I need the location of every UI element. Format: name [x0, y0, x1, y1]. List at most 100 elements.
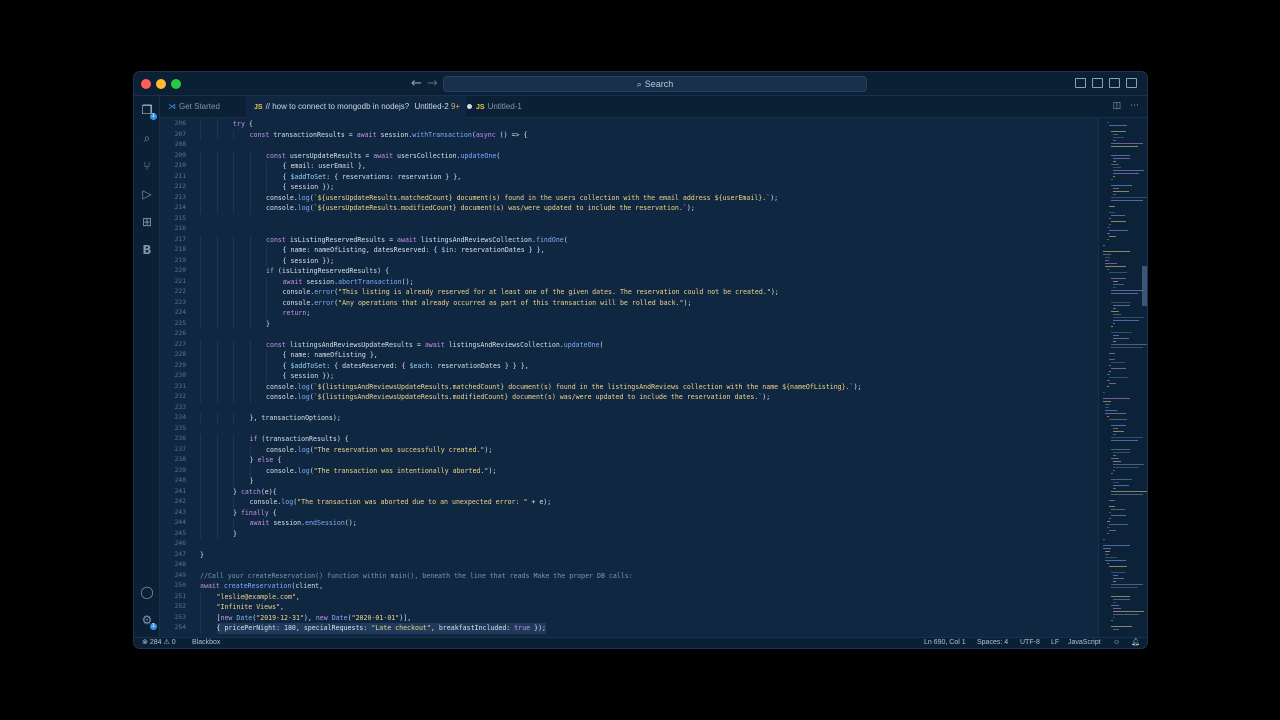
cursor-position[interactable]: Ln 690, Col 1 [924, 638, 966, 648]
code-line[interactable]: 217 const isListingReservedResults = awai… [160, 234, 1098, 245]
code-line[interactable]: 227 const listingsAndReviewsUpdateResults… [160, 339, 1098, 350]
code-line[interactable]: 236 if (transactionResults) { [160, 434, 1098, 445]
settings-gear-icon[interactable]: ⚙ 1 [139, 612, 157, 630]
minimap-line [1109, 500, 1115, 501]
blackbox-icon[interactable]: B [139, 242, 155, 258]
toggle-primary-sidebar-icon[interactable] [1075, 78, 1086, 88]
minimap-line [1113, 488, 1116, 489]
code-line[interactable]: 237 console.log("The reservation was succ… [160, 444, 1098, 455]
code-line[interactable]: 225} [160, 318, 1098, 329]
line-number: 229 [174, 361, 186, 369]
split-editor-icon[interactable]: ◫ [1113, 101, 1122, 111]
notifications-icon[interactable]: 🔔︎ [1131, 638, 1140, 648]
minimap-line [1109, 236, 1116, 237]
code-line[interactable]: 233 [160, 403, 1098, 414]
minimap-line [1111, 425, 1126, 426]
indentation[interactable]: Spaces: 4 [977, 638, 1008, 648]
code-line[interactable]: 216 [160, 224, 1098, 235]
search-view-icon[interactable]: ⌕ [139, 130, 155, 146]
code-line[interactable]: 248 [160, 560, 1098, 571]
minimap[interactable] [1098, 118, 1147, 637]
tab-untitled-1[interactable]: JS Untitled-1 [468, 96, 548, 118]
code-line[interactable]: 238} else { [160, 455, 1098, 466]
code-line[interactable]: 250 await createReservation(client, [160, 581, 1098, 592]
toggle-panel-icon[interactable] [1092, 78, 1103, 88]
code-line[interactable]: 244 await session.endSession(); [160, 518, 1098, 529]
maximize-window-button[interactable] [171, 79, 181, 89]
code-line[interactable]: 206 try { [160, 119, 1098, 130]
back-arrow-icon[interactable]: ← [411, 76, 422, 91]
code-line[interactable]: 226 [160, 329, 1098, 340]
forward-arrow-icon[interactable]: → [427, 76, 438, 91]
code-line[interactable]: 234}, transactionOptions); [160, 413, 1098, 424]
code-line[interactable]: 230 { session }); [160, 371, 1098, 382]
tab-untitled-2[interactable]: JS// how to connect to mongodb in nodejs… [246, 96, 473, 118]
feedback-icon[interactable]: ☺ [1113, 638, 1120, 648]
indent-guide [249, 245, 251, 256]
code-line[interactable]: 223 console.error("Any operations that al… [160, 297, 1098, 308]
code-line[interactable]: 219 { session }); [160, 255, 1098, 266]
code-line[interactable]: 249 //Call your createReservation() funct… [160, 571, 1098, 582]
code-line[interactable]: 212 { session }); [160, 182, 1098, 193]
code-line[interactable]: 215 [160, 214, 1098, 225]
code-line[interactable]: 210 { email: userEmail }, [160, 161, 1098, 172]
code-line[interactable]: 232 console.log(`${listingsAndReviewsUpda… [160, 392, 1098, 403]
problems-indicator[interactable]: ⊗ 284 ⚠ 0 [142, 638, 176, 648]
tab-get-started[interactable]: ⋊ Get Started [160, 96, 244, 118]
code-line[interactable]: 211 { $addToSet: { reservations: reservat… [160, 171, 1098, 182]
code-line[interactable]: 252 "Infinite Views", [160, 602, 1098, 613]
account-icon[interactable]: ◯ [139, 584, 155, 600]
indent-guide [266, 245, 267, 256]
code-line[interactable]: 208 [160, 140, 1098, 151]
extensions-icon[interactable]: ⊞ [139, 214, 155, 230]
code-line[interactable]: 235 [160, 424, 1098, 435]
code-line[interactable]: 253 [new Date("2019-12-31"), new Date("20… [160, 612, 1098, 623]
toggle-secondary-sidebar-icon[interactable] [1109, 78, 1120, 88]
run-debug-icon[interactable]: ▷ [139, 186, 155, 202]
code-line[interactable]: 241} catch(e){ [160, 486, 1098, 497]
minimap-line [1107, 374, 1110, 375]
customize-layout-icon[interactable] [1126, 78, 1137, 88]
code-line[interactable]: 239 console.log("The transaction was inte… [160, 465, 1098, 476]
close-window-button[interactable] [141, 79, 151, 89]
line-number: 216 [174, 225, 186, 232]
code-line[interactable]: 224 return; [160, 308, 1098, 319]
code-line[interactable]: 220 if (isListingReservedResults) { [160, 266, 1098, 277]
code-line[interactable]: 251 "leslie@example.com", [160, 591, 1098, 602]
source-control-icon[interactable]: ⑂ [139, 158, 155, 174]
minimap-slider[interactable] [1142, 266, 1147, 306]
minimize-window-button[interactable] [156, 79, 166, 89]
code-line[interactable]: 254 { pricePerNight: 180, specialRequests… [160, 623, 1098, 634]
code-line[interactable]: 247} [160, 550, 1098, 561]
more-actions-icon[interactable]: ⋯ [1130, 101, 1139, 111]
indent-guide [233, 371, 234, 382]
code-line[interactable]: 231 console.log(`${listingsAndReviewsUpda… [160, 381, 1098, 392]
code-line[interactable]: 209 const usersUpdateResults = await user… [160, 150, 1098, 161]
code-line[interactable]: 213 console.log(`${usersUpdateResults.mat… [160, 192, 1098, 203]
code-line[interactable]: 214 console.log(`${usersUpdateResults.mod… [160, 203, 1098, 214]
explorer-icon[interactable]: ❐ 1 [139, 102, 157, 120]
code-line[interactable]: 229 { $addToSet: { datesReserved: { $each… [160, 360, 1098, 371]
code-editor[interactable]: 206 try {207 const transactionResults = aw… [160, 118, 1098, 637]
command-search-box[interactable]: ⌕ Search [443, 76, 867, 92]
blackbox-status[interactable]: Blackbox [192, 638, 220, 648]
line-number: 252 [174, 603, 186, 610]
code-line[interactable]: 222 console.error("This listing is alread… [160, 287, 1098, 298]
encoding[interactable]: UTF-8 [1020, 638, 1040, 648]
indent-guide [266, 297, 267, 308]
code-line[interactable]: 207 const transactionResults = await sess… [160, 129, 1098, 140]
language-mode[interactable]: JavaScript [1068, 638, 1101, 648]
code-line[interactable]: 218 { name: nameOfListing, datesReserved:… [160, 245, 1098, 256]
indent-guide [233, 182, 234, 193]
code-line[interactable]: 240} [160, 476, 1098, 487]
indent-guide [216, 287, 218, 298]
indent-guide [233, 318, 234, 329]
code-line[interactable]: 228 { name: nameOfListing }, [160, 350, 1098, 361]
code-line[interactable]: 243} finally { [160, 507, 1098, 518]
code-line[interactable]: 221 await session.abortTransaction(); [160, 276, 1098, 287]
minimap-line [1103, 539, 1105, 540]
code-line[interactable]: 245} [160, 528, 1098, 539]
code-line[interactable]: 246 [160, 539, 1098, 550]
end-of-line[interactable]: LF [1051, 638, 1059, 648]
code-line[interactable]: 242 console.log("The transaction was abor… [160, 497, 1098, 508]
